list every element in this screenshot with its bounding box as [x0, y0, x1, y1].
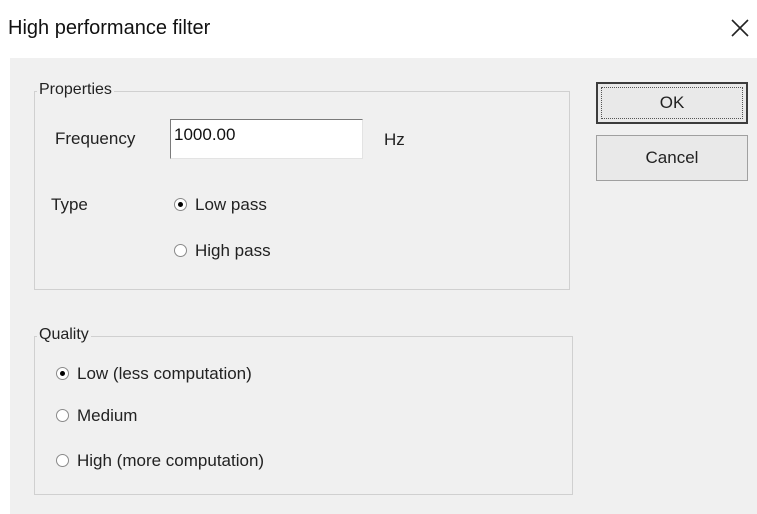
window-left-border — [0, 0, 10, 514]
cancel-button[interactable]: Cancel — [596, 135, 748, 181]
dialog-body: Properties Frequency 1000.00 Hz Type Low… — [10, 58, 757, 514]
radio-selected-icon — [56, 367, 69, 380]
close-icon[interactable] — [729, 17, 751, 39]
radio-label: Low (less computation) — [77, 364, 252, 383]
frequency-label: Frequency — [55, 129, 136, 148]
radio-label: High pass — [195, 241, 271, 260]
radio-unselected-icon — [56, 409, 69, 422]
cancel-button-label: Cancel — [645, 148, 699, 167]
radio-label: High (more computation) — [77, 451, 265, 470]
frequency-input[interactable]: 1000.00 — [170, 119, 363, 159]
radio-unselected-icon — [174, 244, 187, 257]
window-title: High performance filter — [8, 17, 211, 39]
radio-unselected-icon — [56, 454, 69, 467]
radio-label: Medium — [77, 406, 138, 425]
radio-label: Low pass — [195, 195, 267, 214]
focus-rectangle — [601, 87, 743, 119]
frequency-unit: Hz — [384, 130, 405, 149]
quality-legend: Quality — [37, 326, 91, 344]
radio-selected-icon — [174, 198, 187, 211]
properties-legend: Properties — [37, 81, 114, 99]
ok-button[interactable]: OK — [596, 82, 748, 124]
title-bar[interactable]: High performance filter — [0, 0, 757, 58]
type-label: Type — [51, 195, 88, 214]
